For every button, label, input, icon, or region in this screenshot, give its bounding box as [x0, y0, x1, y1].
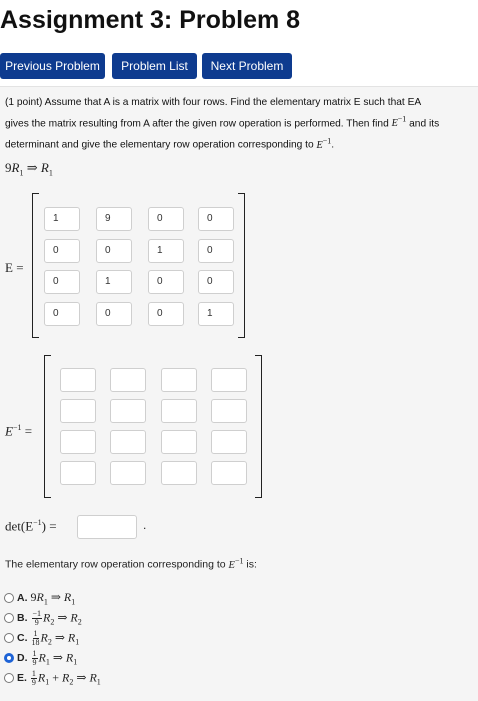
matrix-e-inverse-input[interactable]	[161, 461, 197, 485]
option-c-expression: 1 18 R2 ⇒ R1	[31, 628, 80, 647]
problem-list-button[interactable]: Problem List	[112, 53, 197, 79]
matrix-e-right-bracket	[238, 193, 245, 338]
option-e[interactable]: E. 1 9 R1 + R2 ⇒ R1	[4, 668, 101, 687]
determinant-input[interactable]	[77, 515, 137, 539]
matrix-e-cell[interactable]: 0	[148, 207, 184, 231]
option-a[interactable]: A. 9R1 ⇒ R1	[4, 590, 75, 606]
matrix-e-cell[interactable]: 0	[148, 270, 184, 294]
matrix-e-cell[interactable]: 1	[148, 239, 184, 263]
next-problem-button[interactable]: Next Problem	[202, 53, 292, 79]
matrix-e-inverse-input[interactable]	[110, 461, 146, 485]
matrix-e-cell[interactable]: 0	[148, 302, 184, 326]
matrix-e-cell[interactable]: 0	[44, 302, 80, 326]
option-c-radio[interactable]	[4, 633, 14, 643]
row-operation: 9R1 ⇒ R1	[5, 160, 53, 178]
problem-statement: (1 point) Assume that A is a matrix with…	[5, 97, 440, 151]
option-b-expression: −1 9 R2 ⇒ R2	[31, 608, 82, 627]
option-d-expression: 1 9 R1 ⇒ R1	[31, 648, 78, 667]
matrix-e-inverse-input[interactable]	[211, 399, 247, 423]
matrix-e-cell[interactable]: 0	[44, 270, 80, 294]
matrix-e-label: E =	[5, 260, 24, 275]
matrix-e-cell[interactable]: 0	[198, 207, 234, 231]
option-e-radio[interactable]	[4, 673, 14, 683]
matrix-e-cell[interactable]: 1	[96, 270, 132, 294]
matrix-e-left-bracket	[32, 193, 39, 338]
page-title: Assignment 3: Problem 8	[0, 6, 301, 34]
matrix-e-inverse-input[interactable]	[60, 430, 96, 454]
matrix-e-inverse-input[interactable]	[110, 399, 146, 423]
problem-text-1: Assume that A is a matrix with four rows…	[5, 97, 421, 130]
matrix-e-inverse-input[interactable]	[110, 430, 146, 454]
previous-problem-button[interactable]: Previous Problem	[0, 53, 105, 79]
e-inverse-symbol: E−1	[391, 115, 407, 130]
option-d[interactable]: D. 1 9 R1 ⇒ R1	[4, 648, 78, 667]
matrix-e-inverse-input[interactable]	[161, 430, 197, 454]
points-label: (1 point)	[5, 97, 43, 108]
option-e-expression: 1 9 R1 + R2 ⇒ R1	[30, 668, 101, 687]
matrix-e-inverse-label: E−1 =	[5, 423, 33, 439]
option-a-radio[interactable]	[4, 593, 14, 603]
matrix-e-inverse-left-bracket	[44, 355, 51, 498]
matrix-e-cell[interactable]: 1	[198, 302, 234, 326]
matrix-e-cell[interactable]: 0	[96, 302, 132, 326]
option-d-radio[interactable]	[4, 653, 14, 663]
matrix-e-inverse-right-bracket	[255, 355, 262, 498]
matrix-e-cell[interactable]: 9	[96, 207, 132, 231]
matrix-e-cell[interactable]: 1	[44, 207, 80, 231]
matrix-e-inverse-input[interactable]	[211, 368, 247, 392]
option-b-radio[interactable]	[4, 613, 14, 623]
matrix-e-inverse-input[interactable]	[211, 461, 247, 485]
option-a-expression: 9R1 ⇒ R1	[30, 589, 76, 607]
option-b[interactable]: B. −1 9 R2 ⇒ R2	[4, 608, 82, 627]
matrix-e-inverse-input[interactable]	[60, 368, 96, 392]
row-operation-question: The elementary row operation correspondi…	[5, 556, 257, 571]
matrix-e-cell[interactable]: 0	[198, 270, 234, 294]
e-inverse-symbol: E−1	[316, 136, 332, 151]
period: .	[143, 518, 147, 532]
matrix-e-inverse-input[interactable]	[110, 368, 146, 392]
matrix-e-cell[interactable]: 0	[44, 239, 80, 263]
option-c[interactable]: C. 1 18 R2 ⇒ R1	[4, 628, 80, 647]
determinant-label: det(E−1) =	[5, 518, 57, 534]
matrix-e-inverse-input[interactable]	[161, 399, 197, 423]
matrix-e-inverse-input[interactable]	[60, 461, 96, 485]
matrix-e-cell[interactable]: 0	[198, 239, 234, 263]
matrix-e-cell[interactable]: 0	[96, 239, 132, 263]
matrix-e-inverse-input[interactable]	[60, 399, 96, 423]
matrix-e-inverse-input[interactable]	[161, 368, 197, 392]
matrix-e-inverse-input[interactable]	[211, 430, 247, 454]
